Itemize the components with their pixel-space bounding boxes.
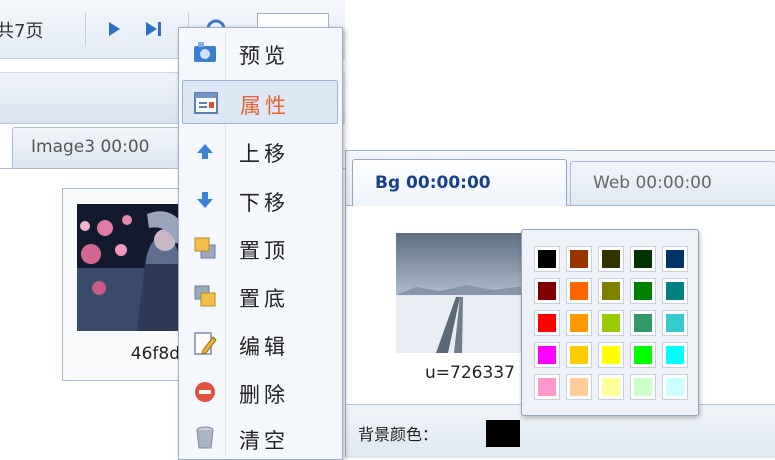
menu-item-label: 置顶 bbox=[239, 239, 289, 263]
color-swatch[interactable] bbox=[598, 278, 624, 304]
menu-item-clear[interactable]: 清空 bbox=[182, 416, 338, 460]
edit-icon bbox=[192, 331, 218, 357]
color-swatch[interactable] bbox=[534, 374, 560, 400]
last-page-icon[interactable] bbox=[142, 18, 164, 40]
color-swatch[interactable] bbox=[598, 374, 624, 400]
page-count-label: 共7页 bbox=[0, 21, 44, 42]
menu-item-label: 属性 bbox=[240, 94, 290, 118]
menu-item-label: 删除 bbox=[239, 383, 289, 407]
menu-item-label: 上移 bbox=[239, 142, 289, 166]
tab-bg-label: Bg 00:00:00 bbox=[375, 173, 491, 193]
menu-item-label: 清空 bbox=[239, 429, 289, 453]
bring-to-top-icon bbox=[192, 235, 218, 261]
color-swatch[interactable] bbox=[630, 374, 656, 400]
color-swatch[interactable] bbox=[630, 246, 656, 272]
menu-item-label: 置底 bbox=[239, 287, 289, 311]
menu-item-preview[interactable]: 预览 bbox=[182, 31, 338, 75]
color-swatch[interactable] bbox=[534, 310, 560, 336]
background-color-swatch[interactable] bbox=[486, 420, 520, 447]
menu-item-label: 预览 bbox=[239, 44, 289, 68]
color-swatch[interactable] bbox=[534, 342, 560, 368]
color-swatch[interactable] bbox=[566, 278, 592, 304]
toolbar-divider bbox=[85, 12, 86, 46]
move-up-icon bbox=[192, 138, 218, 164]
menu-item-label: 编辑 bbox=[239, 335, 289, 359]
menu-item-edit[interactable]: 编辑 bbox=[182, 322, 338, 366]
color-palette-popup bbox=[521, 229, 699, 416]
color-swatch[interactable] bbox=[630, 310, 656, 336]
send-to-bottom-icon bbox=[192, 283, 218, 309]
background-thumbnail-image[interactable] bbox=[396, 233, 524, 353]
menu-item-move-up[interactable]: 上移 bbox=[182, 129, 338, 173]
context-menu: 预览 属性 上移 下移 置顶 置底 编辑 删除 清空 bbox=[178, 27, 343, 460]
color-swatch[interactable] bbox=[630, 278, 656, 304]
menu-item-send-to-bottom[interactable]: 置底 bbox=[182, 274, 338, 318]
properties-icon bbox=[193, 90, 219, 116]
color-swatch[interactable] bbox=[566, 246, 592, 272]
clear-icon bbox=[192, 425, 218, 451]
menu-item-delete[interactable]: 删除 bbox=[182, 370, 338, 414]
color-swatch[interactable] bbox=[598, 310, 624, 336]
menu-item-move-down[interactable]: 下移 bbox=[182, 178, 338, 222]
color-swatch[interactable] bbox=[662, 278, 688, 304]
delete-icon bbox=[192, 379, 218, 405]
color-swatch[interactable] bbox=[662, 310, 688, 336]
color-swatch[interactable] bbox=[566, 342, 592, 368]
right-tab-bar: Bg 00:00:00 Web 00:00:00 bbox=[346, 151, 775, 206]
play-icon[interactable] bbox=[103, 18, 125, 40]
preview-icon bbox=[192, 40, 218, 66]
menu-item-properties[interactable]: 属性 bbox=[182, 80, 338, 124]
color-swatch[interactable] bbox=[598, 342, 624, 368]
color-swatch[interactable] bbox=[534, 278, 560, 304]
tab-bg[interactable]: Bg 00:00:00 bbox=[352, 159, 567, 206]
color-swatch[interactable] bbox=[534, 246, 560, 272]
color-swatch[interactable] bbox=[662, 246, 688, 272]
color-swatch[interactable] bbox=[630, 342, 656, 368]
background-thumbnail-caption: u=726337 bbox=[425, 363, 515, 383]
color-swatch[interactable] bbox=[566, 310, 592, 336]
menu-item-bring-to-top[interactable]: 置顶 bbox=[182, 226, 338, 270]
tab-image3-label: Image3 00:00 bbox=[31, 137, 150, 157]
background-color-label: 背景颜色： bbox=[358, 425, 439, 444]
tab-web-label: Web 00:00:00 bbox=[593, 173, 712, 193]
tab-web[interactable]: Web 00:00:00 bbox=[570, 161, 775, 205]
move-down-icon bbox=[192, 187, 218, 213]
color-swatch[interactable] bbox=[662, 374, 688, 400]
thumbnail-caption: 46f8d bbox=[130, 344, 180, 364]
menu-item-label: 下移 bbox=[239, 191, 289, 215]
color-swatch[interactable] bbox=[662, 342, 688, 368]
color-swatch[interactable] bbox=[566, 374, 592, 400]
color-swatch[interactable] bbox=[598, 246, 624, 272]
